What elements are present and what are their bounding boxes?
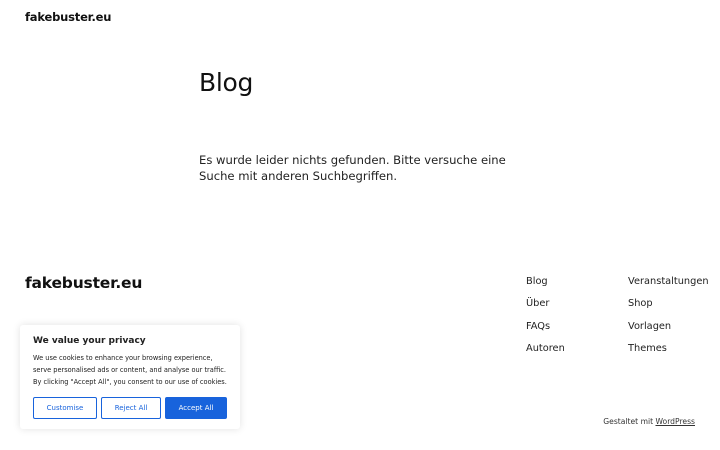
no-results-message: Es wurde leider nichts gefunden. Bitte v… [199,153,506,183]
footer-nav-column-1: Blog Über FAQs Autoren [526,275,565,364]
footer-link-themes[interactable]: Themes [628,342,709,364]
cookie-consent-banner: We value your privacy We use cookies to … [20,325,240,429]
footer-link-blog[interactable]: Blog [526,275,565,297]
footer-nav-column-2: Veranstaltungen Shop Vorlagen Themes [628,275,709,364]
footer-link-vorlagen[interactable]: Vorlagen [628,320,709,342]
footer-link-autoren[interactable]: Autoren [526,342,565,364]
cookie-banner-title: We value your privacy [33,336,146,346]
accept-all-button[interactable]: Accept All [165,397,227,419]
customise-button[interactable]: Customise [33,397,97,419]
footer-link-ueber[interactable]: Über [526,297,565,319]
cookie-banner-text: We use cookies to enhance your browsing … [33,354,227,386]
cookie-button-group: Customise Reject All Accept All [33,397,227,419]
footer-credit: Gestaltet mit WordPress [603,417,695,426]
footer-link-veranstaltungen[interactable]: Veranstaltungen [628,275,709,297]
footer-link-shop[interactable]: Shop [628,297,709,319]
site-title-link[interactable]: fakebuster.eu [25,10,111,24]
wordpress-link[interactable]: WordPress [655,417,695,426]
footer-site-title[interactable]: fakebuster.eu [25,274,142,292]
reject-all-button[interactable]: Reject All [101,397,161,419]
credit-prefix: Gestaltet mit [603,417,654,426]
page-title: Blog [199,68,254,97]
footer-link-faqs[interactable]: FAQs [526,320,565,342]
